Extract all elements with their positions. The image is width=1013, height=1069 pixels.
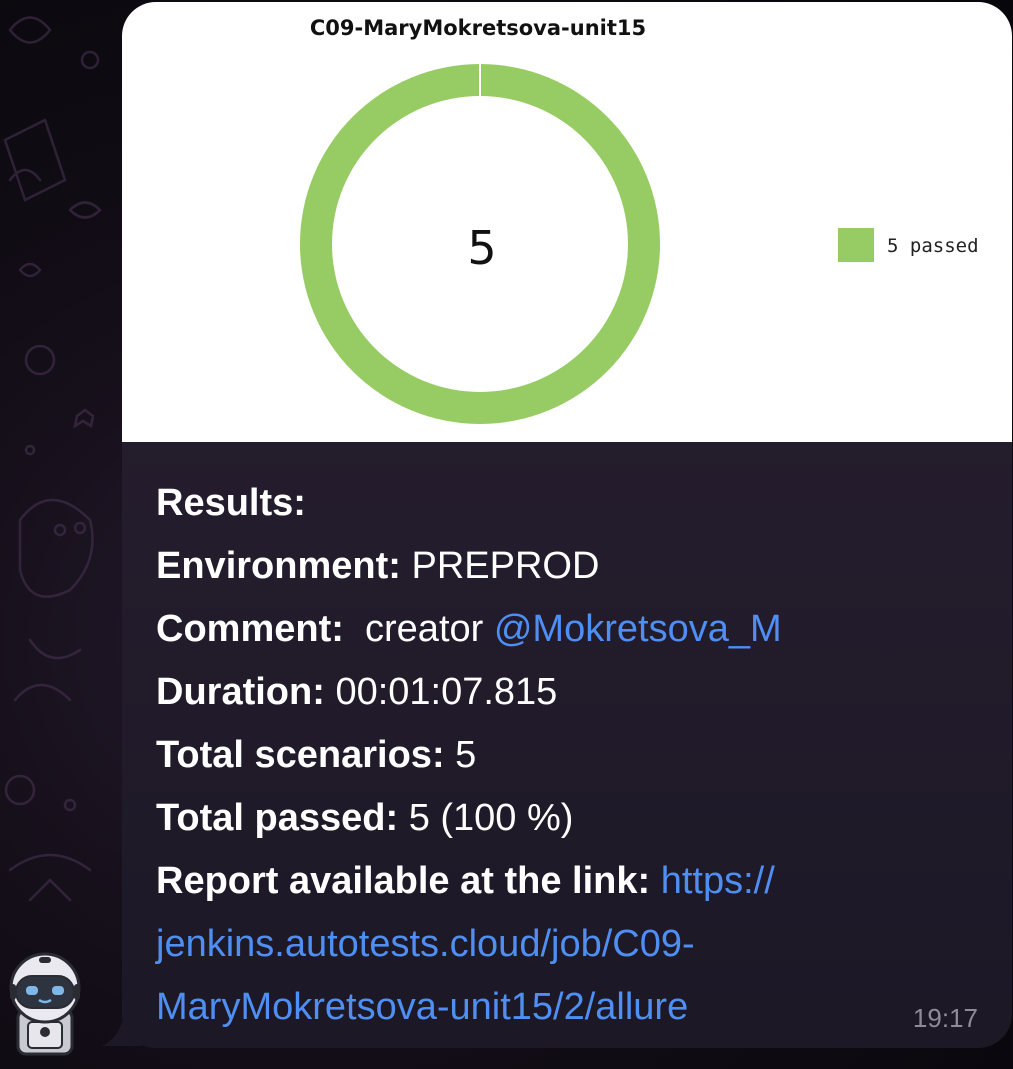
report-link-line-3: MaryMokretsova-unit15/2/allure <box>156 976 976 1039</box>
message-timestamp: 19:17 <box>912 1003 978 1033</box>
environment-label: Environment: <box>156 545 401 587</box>
results-line: Results: <box>156 472 976 535</box>
environment-line: Environment: PREPROD <box>156 535 976 598</box>
mention-link[interactable]: @Mokretsova_M <box>494 608 782 650</box>
message-text: Results: Environment: PREPROD Comment: c… <box>156 472 976 1039</box>
chart-center-label: 5 <box>467 221 496 275</box>
total-scenarios-value: 5 <box>455 734 477 776</box>
legend-swatch <box>838 228 874 262</box>
duration-label: Duration: <box>156 671 325 713</box>
duration-value: 00:01:07.815 <box>335 671 558 713</box>
message-bubble[interactable]: C09-MaryMokretsova-unit15 5 5 passed Res… <box>122 2 1012 1048</box>
report-link-part-3[interactable]: MaryMokretsova-unit15/2/allure <box>156 986 688 1028</box>
report-link-part-2[interactable]: jenkins.autotests.cloud/job/C09- <box>156 923 695 965</box>
report-link-part-1[interactable]: https:// <box>661 860 775 902</box>
report-link-line-2: jenkins.autotests.cloud/job/C09- <box>156 913 976 976</box>
total-passed-value: 5 (100 %) <box>408 797 574 839</box>
comment-line: Comment: creator @Mokretsova_M <box>156 598 976 661</box>
report-label: Report available at the link: <box>156 860 651 902</box>
chart-image[interactable]: C09-MaryMokretsova-unit15 5 5 passed <box>122 2 1012 442</box>
comment-label: Comment: <box>156 608 344 650</box>
background-doodles <box>3 16 102 902</box>
total-scenarios-line: Total scenarios: 5 <box>156 724 976 787</box>
results-label: Results: <box>156 482 306 524</box>
environment-value: PREPROD <box>411 545 600 587</box>
total-scenarios-label: Total scenarios: <box>156 734 445 776</box>
donut-chart: C09-MaryMokretsova-unit15 5 5 passed <box>300 16 979 424</box>
total-passed-line: Total passed: 5 (100 %) <box>156 787 976 850</box>
duration-line: Duration: 00:01:07.815 <box>156 661 976 724</box>
bot-avatar[interactable] <box>6 948 84 1058</box>
robot-icon <box>9 952 81 1056</box>
total-passed-label: Total passed: <box>156 797 399 839</box>
report-line: Report available at the link: https:// <box>156 850 976 913</box>
chart-title: C09-MaryMokretsova-unit15 <box>310 16 646 40</box>
legend-label: 5 passed <box>887 235 979 257</box>
comment-value: creator <box>365 608 484 650</box>
